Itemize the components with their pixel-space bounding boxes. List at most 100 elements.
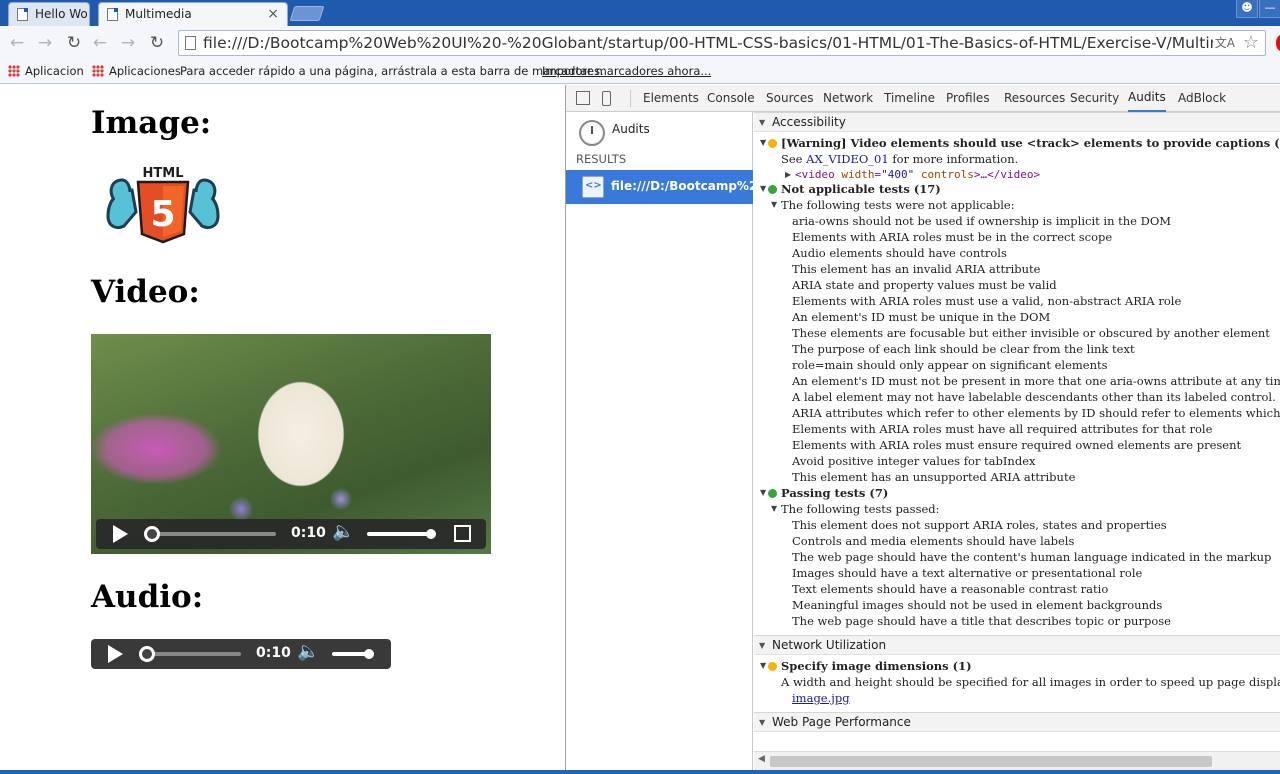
url-text[interactable]: file:///D:/Bootcamp%20Web%20UI%20-%20Glo… bbox=[203, 31, 1213, 55]
web-page-performance-section-header[interactable]: Web Page Performance bbox=[754, 712, 1280, 732]
video-volume-track[interactable] bbox=[367, 532, 431, 536]
not-applicable-test-item: The purpose of each link should be clear… bbox=[792, 342, 1135, 356]
page-favicon-icon bbox=[17, 8, 28, 21]
reload-icon[interactable]: ↻ bbox=[63, 32, 85, 54]
collapse-triangle-icon[interactable]: ▼ bbox=[771, 197, 777, 213]
video-volume-handle[interactable] bbox=[426, 529, 436, 539]
bookmark-apps[interactable]: Aplicaciones bbox=[92, 60, 181, 82]
network-utilization-section-header[interactable]: Network Utilization bbox=[754, 635, 1280, 655]
audit-result-item[interactable]: file:///D:/Bootcamp%20W bbox=[566, 170, 753, 204]
back-icon[interactable]: ← bbox=[89, 32, 111, 54]
play-icon[interactable] bbox=[108, 645, 123, 663]
tab-resources[interactable]: Resources bbox=[1004, 85, 1065, 112]
not-applicable-test-item: Audio elements should have controls bbox=[792, 246, 1007, 260]
forward-icon[interactable]: → bbox=[117, 32, 139, 54]
audio-heading: Audio: bbox=[91, 579, 204, 615]
fullscreen-icon[interactable] bbox=[454, 525, 471, 542]
image-dimensions-title: Specify image dimensions (1) bbox=[781, 659, 972, 673]
passing-test-item: Meaningful images should not be used in … bbox=[792, 598, 1163, 612]
user-profile-icon[interactable]: ☻ bbox=[1236, 0, 1258, 18]
not-applicable-test-item: An element's ID must not be present in m… bbox=[792, 374, 1280, 388]
audio-seek-handle[interactable] bbox=[139, 646, 155, 662]
forward-icon[interactable]: → bbox=[34, 32, 56, 54]
collapse-triangle-icon[interactable]: ▼ bbox=[760, 181, 766, 197]
not-applicable-test-item: ARIA attributes which refer to other ele… bbox=[792, 406, 1280, 420]
extension-icon[interactable] bbox=[1276, 35, 1280, 51]
audits-results: Accessibility ▼ [Warning] Video elements… bbox=[754, 112, 1280, 743]
code-tag: <video bbox=[795, 168, 835, 181]
audio-volume-handle[interactable] bbox=[364, 649, 374, 659]
star-icon[interactable]: ☆ bbox=[1243, 31, 1259, 55]
not-applicable-test-item: role=main should only appear on signific… bbox=[792, 358, 1108, 372]
warning-dot-icon bbox=[768, 139, 777, 148]
horizontal-scrollbar[interactable]: ◀ bbox=[754, 751, 1280, 770]
tab-title: Multimedia bbox=[125, 7, 192, 21]
not-applicable-test-item: This element has an unsupported ARIA att… bbox=[792, 470, 1076, 484]
see-more-line: See AX_VIDEO_01 for more information. bbox=[781, 151, 1018, 167]
results-label: RESULTS bbox=[576, 152, 627, 166]
logo-text: HTML bbox=[143, 166, 184, 181]
collapse-triangle-icon[interactable]: ▼ bbox=[760, 135, 766, 151]
accessibility-section-header[interactable]: Accessibility bbox=[754, 112, 1280, 132]
bookmark-apps[interactable]: Aplicaciones bbox=[8, 60, 84, 82]
bookmark-label: Aplicaciones bbox=[25, 64, 84, 78]
code-val: "400" bbox=[881, 168, 915, 181]
pass-dot-icon bbox=[768, 185, 777, 194]
code-rest: >…</video> bbox=[973, 168, 1041, 181]
collapse-triangle-icon[interactable]: ▼ bbox=[760, 485, 766, 501]
translate-icon[interactable]: 文A bbox=[1215, 34, 1235, 51]
tab-multimedia[interactable]: Multimedia × bbox=[98, 2, 288, 26]
device-icon[interactable] bbox=[602, 91, 611, 106]
speaker-icon[interactable]: 🔈 bbox=[332, 521, 354, 542]
tab-elements[interactable]: Elements bbox=[643, 85, 699, 112]
scrollbar-thumb[interactable] bbox=[770, 756, 1212, 767]
speaker-icon[interactable]: 🔈 bbox=[297, 641, 319, 662]
collapse-triangle-icon[interactable]: ▼ bbox=[771, 501, 777, 517]
tab-hello-world[interactable]: Hello Wo bbox=[8, 2, 90, 26]
reload-icon[interactable]: ↻ bbox=[146, 32, 168, 54]
audits-label[interactable]: Audits bbox=[612, 122, 650, 136]
passing-test-item: The web page should have the content's h… bbox=[792, 550, 1272, 564]
close-tab-icon[interactable]: × bbox=[267, 3, 279, 25]
back-icon[interactable]: ← bbox=[6, 32, 28, 54]
page-icon bbox=[185, 36, 196, 50]
tab-sources[interactable]: Sources bbox=[766, 85, 813, 112]
ax-video-link[interactable]: AX_VIDEO_01 bbox=[806, 152, 889, 166]
bookmarks-hint: Para acceder rápido a una página, arrást… bbox=[180, 64, 604, 78]
video-player[interactable]: 0:10 🔈 bbox=[91, 334, 491, 554]
image-jpg-link[interactable]: image.jpg bbox=[792, 690, 850, 706]
import-bookmarks-link[interactable]: Importar marcadores ahora... bbox=[542, 60, 711, 82]
scroll-left-icon[interactable]: ◀ bbox=[758, 754, 765, 764]
tab-profiles[interactable]: Profiles bbox=[946, 85, 990, 112]
result-item-label: file:///D:/Bootcamp%20W bbox=[611, 179, 753, 193]
play-icon[interactable] bbox=[113, 525, 128, 543]
video-seek-handle[interactable] bbox=[144, 526, 160, 542]
bookmarks-bar: Aplicaciones Aplicaciones Para acceder r… bbox=[0, 60, 1280, 84]
new-tab-button[interactable] bbox=[289, 6, 325, 21]
passing-test-item: The web page should have a title that de… bbox=[792, 614, 1171, 628]
pass-dot-icon bbox=[768, 489, 777, 498]
html5-logo: HTML 5 bbox=[106, 166, 220, 244]
file-code-icon bbox=[582, 176, 604, 198]
tab-security[interactable]: Security bbox=[1070, 85, 1119, 112]
tab-adblock[interactable]: AdBlock bbox=[1178, 85, 1226, 112]
logo-number: 5 bbox=[150, 194, 175, 235]
audits-sidebar: Audits RESULTS file:///D:/Bootcamp%20W bbox=[566, 112, 753, 770]
image-heading: Image: bbox=[91, 105, 212, 141]
tab-timeline[interactable]: Timeline bbox=[884, 85, 935, 112]
devtools-toolbar: Elements Console Sources Network Timelin… bbox=[566, 85, 1280, 112]
bookmark-label: Aplicaciones bbox=[109, 64, 181, 78]
collapse-triangle-icon[interactable]: ▼ bbox=[760, 658, 766, 674]
code-attr: width bbox=[841, 168, 875, 181]
minimize-button[interactable]: — bbox=[1259, 0, 1280, 18]
tab-title: Hello Wo bbox=[35, 7, 88, 21]
tab-console[interactable]: Console bbox=[707, 85, 755, 112]
tab-audits[interactable]: Audits bbox=[1128, 85, 1166, 112]
not-applicable-test-item: ARIA state and property values must be v… bbox=[792, 278, 1057, 292]
browser-tab-strip: Hello Wo Multimedia × ☻ — bbox=[0, 0, 1280, 26]
inspect-icon[interactable] bbox=[576, 91, 590, 105]
audio-player[interactable]: 0:10 🔈 bbox=[91, 639, 391, 669]
video-seek-track[interactable] bbox=[146, 532, 276, 536]
address-bar[interactable]: file:///D:/Bootcamp%20Web%20UI%20-%20Glo… bbox=[178, 30, 1266, 56]
tab-network[interactable]: Network bbox=[823, 85, 873, 112]
